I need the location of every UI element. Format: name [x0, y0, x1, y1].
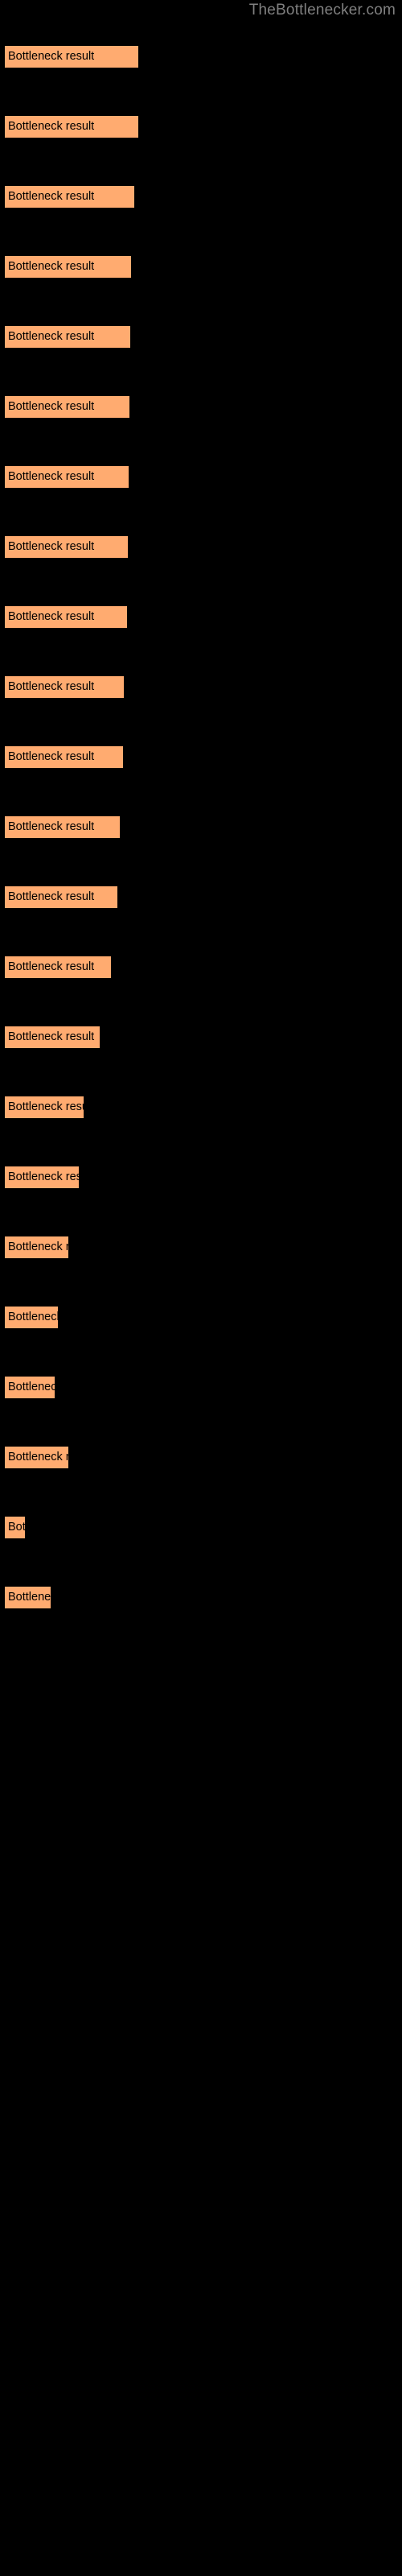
bar-row: Bottleneck result [0, 1166, 402, 1188]
bar-label: Bottleneck result [8, 330, 95, 343]
bar-row: Bottleneck result [0, 1026, 402, 1048]
bar-row: Bottleneck result [0, 186, 402, 208]
bar-label: Bottleneck result [8, 120, 95, 133]
bar-segment[interactable]: Bottleneck result [5, 256, 131, 278]
bar-label: Bottleneck result [8, 1311, 58, 1323]
bar-segment[interactable]: Bottleneck result [5, 1447, 68, 1468]
bar-segment[interactable]: Bottleneck result [5, 1517, 25, 1538]
bar-segment[interactable]: Bottleneck result [5, 1587, 51, 1608]
bar-label: Bottleneck result [8, 610, 95, 623]
bar-label: Bottleneck result [8, 50, 95, 63]
bar-label: Bottleneck result [8, 1451, 68, 1463]
bar-row: Bottleneck result [0, 396, 402, 418]
bar-row: Bottleneck result [0, 1517, 402, 1538]
bar-label: Bottleneck result [8, 1521, 25, 1534]
bottleneck-results-bar-chart: Bottleneck result Bottleneck result Bottle… [0, 0, 402, 2576]
bar-row: Bottleneck result [0, 816, 402, 838]
bar-label: Bottleneck result [8, 820, 95, 833]
bar-label: Bottleneck result [8, 960, 95, 973]
bar-segment[interactable]: Bottleneck result [5, 1026, 100, 1048]
bar-row: Bottleneck result [0, 606, 402, 628]
bar-segment[interactable]: Bottleneck result [5, 1096, 84, 1118]
bar-row: Bottleneck result [0, 956, 402, 978]
bar-label: Bottleneck result [8, 470, 95, 483]
bar-label: Bottleneck result [8, 1170, 79, 1183]
bar-row: Bottleneck result [0, 256, 402, 278]
bar-row: Bottleneck result [0, 116, 402, 138]
bar-row: Bottleneck result [0, 1447, 402, 1468]
bar-segment[interactable]: Bottleneck result [5, 956, 111, 978]
bar-label: Bottleneck result [8, 1241, 68, 1253]
bar-segment[interactable]: Bottleneck result [5, 746, 123, 768]
bar-row: Bottleneck result [0, 326, 402, 348]
bar-segment[interactable]: Bottleneck result [5, 1307, 58, 1328]
bar-label: Bottleneck result [8, 540, 95, 553]
bar-row: Bottleneck result [0, 746, 402, 768]
bar-segment[interactable]: Bottleneck result [5, 186, 134, 208]
bar-row: Bottleneck result [0, 1587, 402, 1608]
bar-label: Bottleneck result [8, 400, 95, 413]
bar-row: Bottleneck result [0, 536, 402, 558]
bar-segment[interactable]: Bottleneck result [5, 116, 138, 138]
bar-segment[interactable]: Bottleneck result [5, 466, 129, 488]
bar-segment[interactable]: Bottleneck result [5, 1236, 68, 1258]
bar-row: Bottleneck result [0, 1096, 402, 1118]
bar-segment[interactable]: Bottleneck result [5, 326, 130, 348]
bar-label: Bottleneck result [8, 750, 95, 763]
bar-label: Bottleneck result [8, 1030, 95, 1043]
bar-segment[interactable]: Bottleneck result [5, 816, 120, 838]
bar-label: Bottleneck result [8, 190, 95, 203]
bar-segment[interactable]: Bottleneck result [5, 1377, 55, 1398]
bar-label: Bottleneck result [8, 890, 95, 903]
bar-row: Bottleneck result [0, 1307, 402, 1328]
bar-label: Bottleneck result [8, 1381, 55, 1393]
bar-label: Bottleneck result [8, 1591, 51, 1604]
bar-row: Bottleneck result [0, 1377, 402, 1398]
bar-segment[interactable]: Bottleneck result [5, 396, 129, 418]
bar-row: Bottleneck result [0, 46, 402, 68]
bar-row: Bottleneck result [0, 466, 402, 488]
bar-label: Bottleneck result [8, 680, 95, 693]
bar-segment[interactable]: Bottleneck result [5, 536, 128, 558]
bar-segment[interactable]: Bottleneck result [5, 676, 124, 698]
bar-label: Bottleneck result [8, 260, 95, 273]
bar-segment[interactable]: Bottleneck result [5, 606, 127, 628]
bar-segment[interactable]: Bottleneck result [5, 886, 117, 908]
bar-row: Bottleneck result [0, 886, 402, 908]
bar-label: Bottleneck result [8, 1100, 84, 1113]
bar-segment[interactable]: Bottleneck result [5, 1166, 79, 1188]
bar-row: Bottleneck result [0, 1236, 402, 1258]
bar-row: Bottleneck result [0, 676, 402, 698]
bar-segment[interactable]: Bottleneck result [5, 46, 138, 68]
